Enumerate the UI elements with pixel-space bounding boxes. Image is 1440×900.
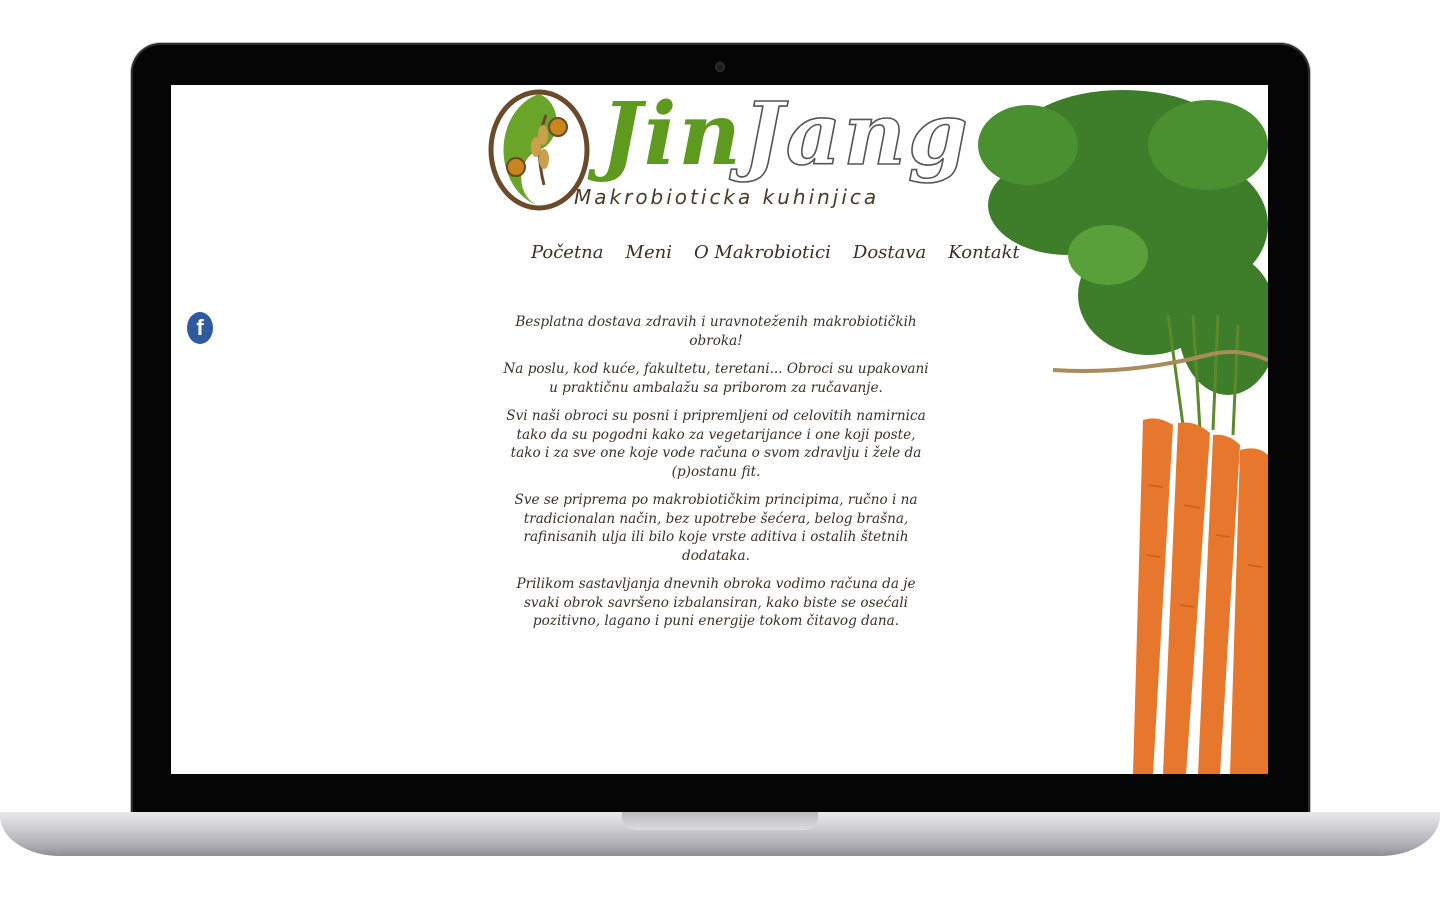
laptop-notch — [622, 812, 818, 830]
intro-paragraph-2: Na poslu, kod kuće, fakultetu, teretani.… — [503, 361, 929, 396]
carrot-leaves — [978, 90, 1268, 395]
browser-viewport: JinJang Makrobioticka kuhinjica Početna … — [171, 85, 1268, 774]
intro-paragraph-4: Sve se priprema po makrobiotičkim princi… — [514, 492, 918, 564]
logo-word-jin: Jin — [601, 85, 743, 185]
intro-paragraph-5: Prilikom sastavljanja dnevnih obroka vod… — [516, 576, 916, 629]
carrots-image — [978, 90, 1268, 774]
main-nav: Početna Meni O Makrobiotici Dostava Kont… — [531, 242, 1020, 263]
logo-word-jang: Jang — [742, 85, 970, 185]
intro-text: Besplatna dostava zdravih i uravnoteženi… — [501, 313, 931, 641]
nav-item-dostava[interactable]: Dostava — [853, 242, 926, 263]
nav-item-o-makrobiotici[interactable]: O Makrobiotici — [694, 242, 831, 263]
facebook-icon[interactable]: f — [187, 312, 213, 344]
nav-item-pocetna[interactable]: Početna — [531, 242, 604, 263]
camera-icon — [715, 62, 725, 72]
logo-wordmark: JinJang — [601, 85, 970, 185]
intro-paragraph-3: Svi naši obroci su posni i pripremljeni … — [506, 408, 926, 480]
logo-tagline: Makrobioticka kuhinjica — [574, 185, 880, 209]
site-logo[interactable]: JinJang Makrobioticka kuhinjica — [486, 85, 969, 215]
carrot-roots — [1133, 418, 1268, 774]
nav-item-meni[interactable]: Meni — [626, 242, 672, 263]
intro-paragraph-1: Besplatna dostava zdravih i uravnoteženi… — [515, 314, 917, 349]
